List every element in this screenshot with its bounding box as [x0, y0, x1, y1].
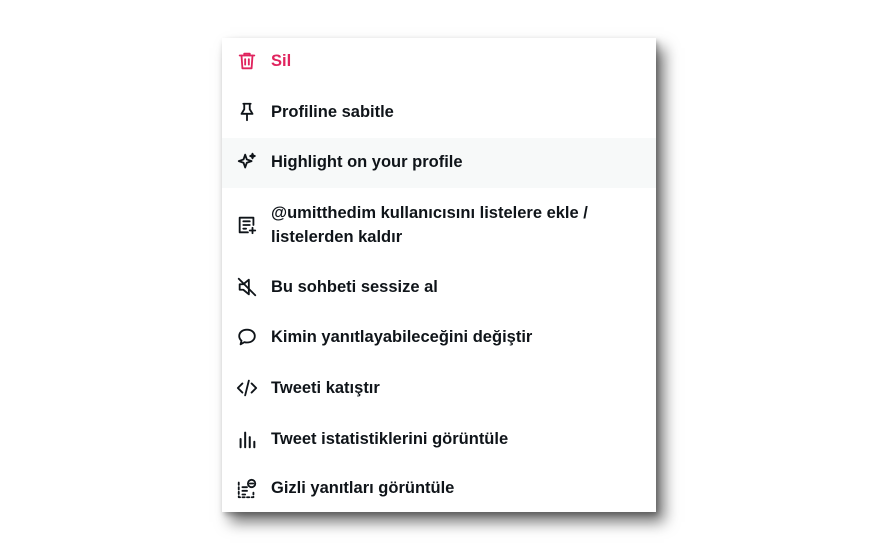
code-icon: [236, 377, 258, 399]
menu-item-embed-tweet[interactable]: Tweeti katıştır: [222, 363, 656, 414]
hidden-replies-icon: [236, 478, 258, 500]
speech-bubble-icon: [236, 326, 258, 348]
menu-item-label: Sil: [271, 52, 292, 70]
menu-item-highlight[interactable]: Highlight on your profile: [222, 138, 656, 188]
analytics-icon: [236, 428, 258, 450]
menu-item-view-hidden-replies[interactable]: Gizli yanıtları görüntüle: [222, 465, 656, 512]
sparkle-icon: [236, 151, 258, 173]
menu-item-add-to-lists[interactable]: @umitthedim kullanıcısını listelere ekle…: [222, 188, 656, 262]
list-add-icon: [236, 214, 258, 236]
menu-item-label: Tweeti katıştır: [271, 379, 380, 397]
trash-icon: [236, 50, 258, 72]
menu-item-delete[interactable]: Sil: [222, 38, 656, 86]
menu-item-label-line2: listelerden kaldır: [271, 228, 403, 246]
menu-item-change-who-can-reply[interactable]: Kimin yanıtlayabileceğini değiştir: [222, 312, 656, 363]
pin-icon: [236, 101, 258, 123]
menu-item-pin-to-profile[interactable]: Profiline sabitle: [222, 88, 656, 138]
tweet-options-menu: Sil Profiline sabitle Highlight on your …: [222, 38, 656, 512]
menu-item-label: Gizli yanıtları görüntüle: [271, 479, 455, 497]
menu-item-mute-conversation[interactable]: Bu sohbeti sessize al: [222, 262, 656, 312]
menu-item-label: Highlight on your profile: [271, 153, 463, 171]
menu-item-label: Kimin yanıtlayabileceğini değiştir: [271, 328, 533, 346]
menu-item-view-analytics[interactable]: Tweet istatistiklerini görüntüle: [222, 414, 656, 465]
mute-icon: [236, 276, 258, 298]
menu-item-label: Profiline sabitle: [271, 103, 394, 121]
menu-item-label: Tweet istatistiklerini görüntüle: [271, 430, 509, 448]
menu-item-label: Bu sohbeti sessize al: [271, 278, 438, 296]
menu-item-label-line1: @umitthedim kullanıcısını listelere ekle…: [271, 204, 588, 222]
